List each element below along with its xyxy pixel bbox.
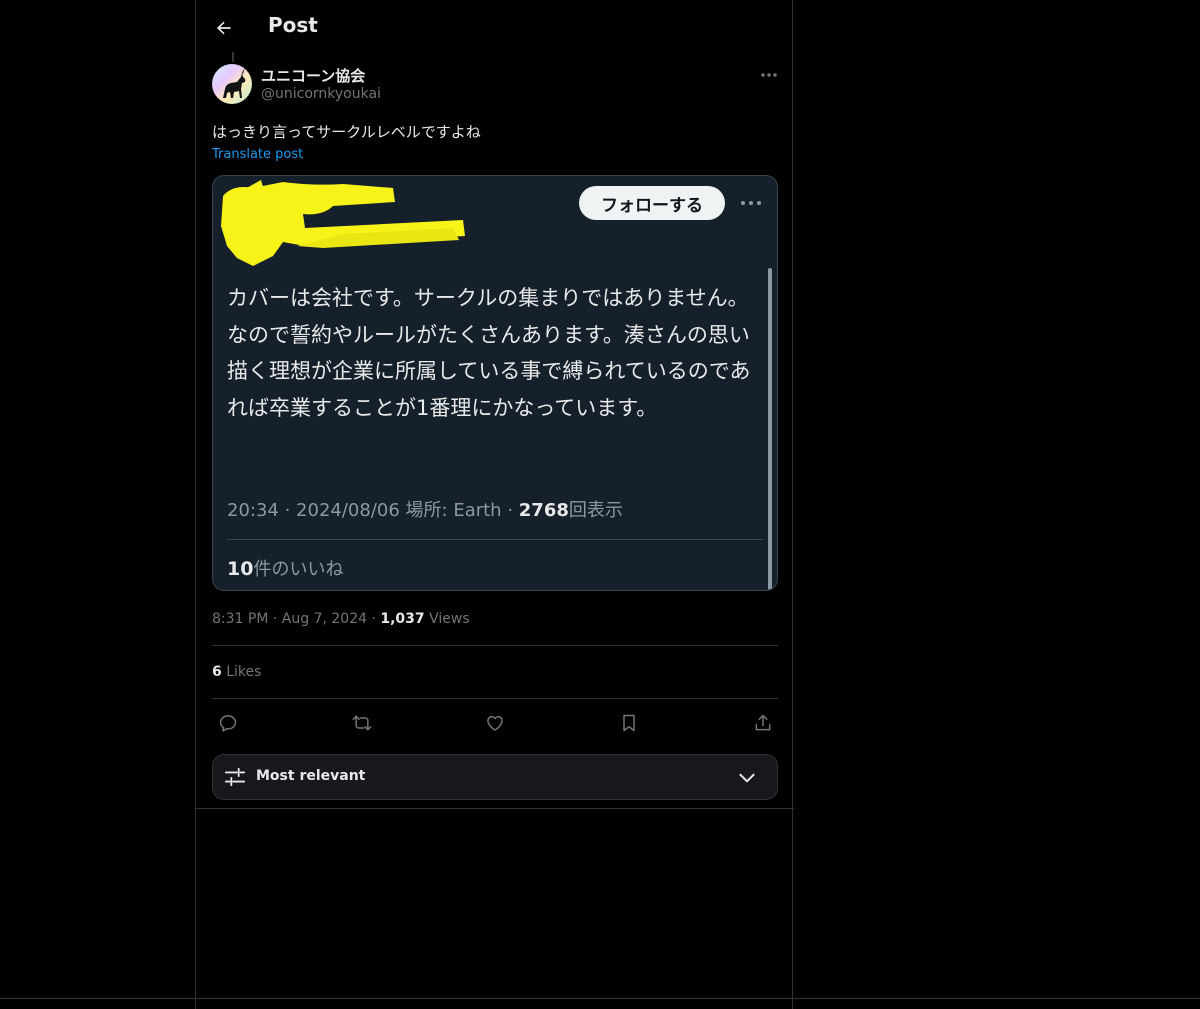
post-text: はっきり言ってサークルレベルですよね (212, 123, 481, 141)
follow-button: フォローする (579, 186, 725, 220)
reply-button[interactable] (215, 710, 241, 736)
like-icon (487, 715, 503, 731)
embedded-location: 場所: Earth (405, 500, 502, 521)
embedded-post-meta: 20:34 · 2024/08/06 場所: Earth · 2768回表示 (227, 500, 623, 521)
post-meta: 8:31 PM · Aug 7, 2024 · 1,037 Views (212, 611, 470, 627)
sliders-icon (224, 767, 246, 787)
page-title: Post (268, 13, 318, 37)
meta-separator: · (272, 611, 278, 627)
share-button[interactable] (750, 710, 776, 736)
main-column: Post ユニコーン協会 @unicornkyoukai はっきり言ってサークル… (195, 0, 794, 1009)
thread-connector (232, 52, 234, 62)
sort-replies-dropdown[interactable]: Most relevant (212, 754, 778, 800)
divider (212, 645, 778, 646)
like-button[interactable] (482, 710, 508, 736)
embedded-time: 20:34 (227, 500, 279, 521)
back-button[interactable] (210, 14, 238, 42)
arrow-left-icon (217, 21, 231, 35)
embedded-views-count: 2768 (518, 500, 569, 521)
more-icon (761, 73, 777, 77)
share-icon (755, 714, 771, 731)
sort-label: Most relevant (256, 768, 366, 784)
page-header: Post (196, 0, 794, 55)
views-label: Views (429, 611, 470, 627)
embedded-likes-label: 件のいいね (253, 559, 344, 580)
embedded-date: 2024/08/06 (296, 500, 400, 521)
bottom-divider (0, 998, 1200, 999)
more-options-button[interactable] (756, 64, 782, 86)
likes-count: 6 (212, 664, 222, 680)
avatar[interactable] (212, 64, 252, 104)
embedded-scrollbar (768, 268, 772, 590)
views-count: 1,037 (380, 611, 425, 627)
likes-link[interactable]: 6 Likes (212, 664, 261, 680)
embedded-views-label: 回表示 (568, 500, 623, 521)
translate-post-link[interactable]: Translate post (212, 147, 303, 162)
likes-label: Likes (226, 664, 262, 680)
bookmark-button[interactable] (616, 710, 642, 736)
embedded-more-icon (737, 194, 765, 212)
embedded-likes-count: 10 (227, 558, 254, 580)
post-date[interactable]: Aug 7, 2024 (282, 611, 367, 627)
embedded-likes: 10件のいいね (227, 555, 343, 581)
author-display-name[interactable]: ユニコーン協会 (261, 65, 365, 86)
embedded-post-text: カバーは会社です。サークルの集まりではありません。なので誓約やルールがたくさんあ… (227, 286, 751, 420)
post-time[interactable]: 8:31 PM (212, 611, 268, 627)
bookmark-icon (623, 714, 635, 732)
divider (196, 808, 794, 809)
divider (212, 698, 778, 699)
embedded-post-image[interactable]: フォローする カバーは会社です。サークルの集まりではありません。なので誓約やルー… (212, 175, 778, 591)
repost-button[interactable] (349, 710, 375, 736)
reply-icon (219, 715, 237, 732)
meta-separator: · (371, 611, 376, 627)
redaction-scribble (221, 180, 465, 266)
embedded-divider (227, 539, 763, 540)
repost-icon (352, 715, 372, 731)
author-handle[interactable]: @unicornkyoukai (261, 86, 381, 102)
chevron-down-icon (739, 773, 755, 783)
unicorn-icon (223, 67, 246, 98)
